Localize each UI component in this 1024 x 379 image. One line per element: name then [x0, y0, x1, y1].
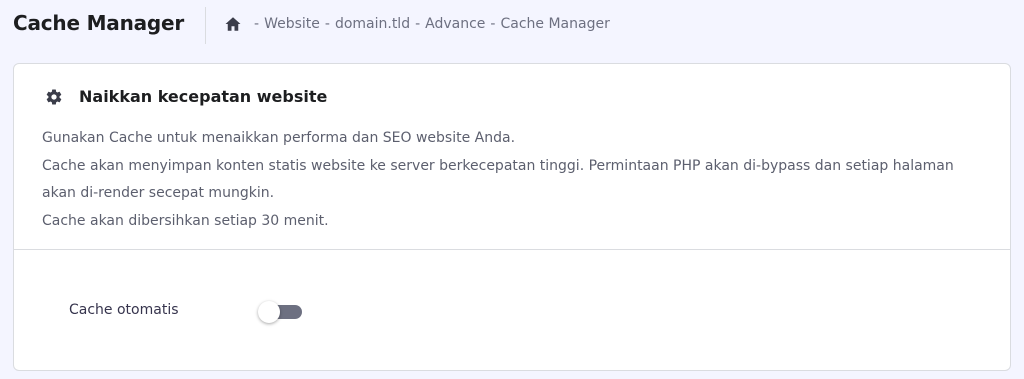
cache-card: Naikkan kecepatan website Gunakan Cache … — [13, 63, 1011, 371]
card-header: Naikkan kecepatan website Gunakan Cache … — [14, 64, 1010, 250]
breadcrumb-separator: - — [415, 16, 421, 32]
auto-cache-label: Cache otomatis — [69, 302, 179, 318]
card-description: Gunakan Cache untuk menaikkan performa d… — [42, 125, 982, 235]
gear-icon — [45, 88, 63, 106]
card-title: Naikkan kecepatan website — [79, 87, 328, 106]
page-title: Cache Manager — [13, 11, 185, 35]
title-divider — [205, 7, 206, 44]
home-icon[interactable] — [224, 15, 242, 33]
breadcrumb: - Website - domain.tld - Advance - Cache… — [224, 15, 610, 33]
breadcrumb-separator: - — [324, 16, 330, 32]
auto-cache-setting: Cache otomatis — [14, 250, 1010, 372]
top-bar: Cache Manager - Website - domain.tld - A… — [0, 0, 1024, 52]
description-line: Gunakan Cache untuk menaikkan performa d… — [42, 130, 516, 146]
auto-cache-toggle[interactable] — [258, 301, 302, 323]
breadcrumb-item-advance[interactable]: Advance — [425, 16, 485, 32]
breadcrumb-item-domain[interactable]: domain.tld — [335, 16, 410, 32]
breadcrumb-separator: - — [254, 16, 260, 32]
description-line: Cache akan dibersihkan setiap 30 menit. — [42, 212, 329, 229]
breadcrumb-item-current: Cache Manager — [500, 16, 610, 32]
description-line: Cache akan menyimpan konten statis websi… — [42, 157, 954, 202]
toggle-knob — [258, 301, 280, 323]
breadcrumb-item-website[interactable]: Website — [264, 16, 320, 32]
breadcrumb-separator: - — [490, 16, 496, 32]
